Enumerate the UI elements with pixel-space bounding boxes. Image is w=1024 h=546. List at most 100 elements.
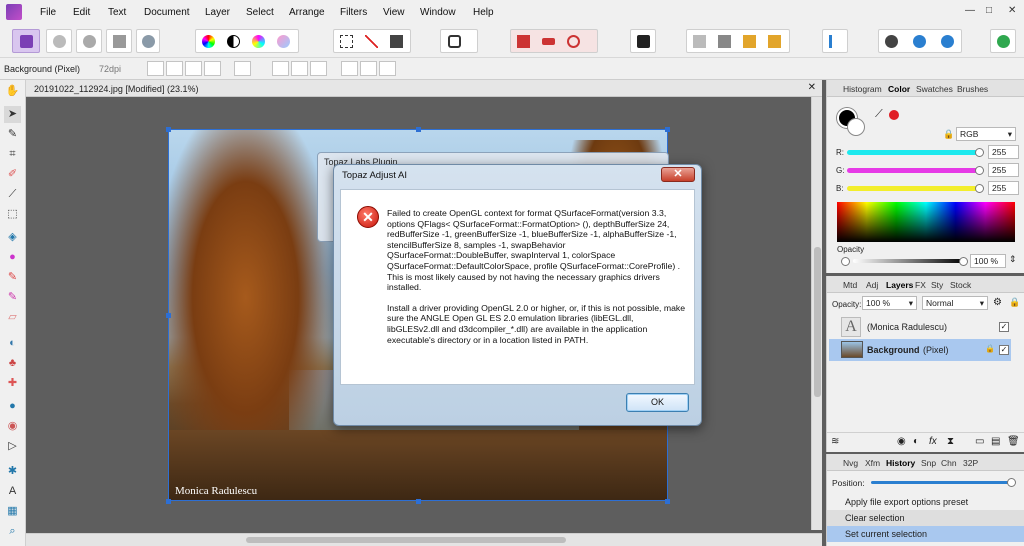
history-item-selected[interactable]: Set current selection [827, 526, 1024, 542]
maximize-button[interactable]: □ [986, 5, 992, 16]
eraser-icon[interactable]: ▱ [4, 309, 21, 326]
align-bottom-button[interactable] [379, 61, 396, 76]
snap-button[interactable] [234, 61, 251, 76]
hand-tool-icon[interactable]: ✋ [4, 83, 21, 100]
menu-document[interactable]: Document [144, 7, 190, 18]
horizontal-scrollbar[interactable] [26, 533, 822, 546]
trash-button[interactable] [630, 29, 656, 53]
layer-lock-icon[interactable]: 🔒 [985, 344, 995, 353]
move-back-icon[interactable] [693, 35, 706, 48]
selection-handle[interactable] [665, 127, 670, 132]
horizontal-scroll-thumb[interactable] [246, 537, 566, 543]
layer-opacity-select[interactable]: 100 % ▾ [862, 296, 917, 310]
selection-handle[interactable] [416, 499, 421, 504]
green-slider[interactable] [847, 168, 982, 173]
align-button[interactable] [822, 29, 848, 53]
red-value-field[interactable]: 255 [988, 145, 1019, 159]
history-item[interactable]: Apply file export options preset [827, 494, 1024, 510]
selection-handle[interactable] [166, 313, 171, 318]
paint-brush-icon[interactable]: ● [4, 249, 21, 266]
crop-tool-icon[interactable]: ⌗ [4, 146, 21, 163]
tab-snapshots[interactable]: Snp [921, 458, 936, 468]
shape-tool-icon[interactable]: ✱ [4, 463, 21, 480]
opacity-slider-knob[interactable] [959, 257, 968, 266]
move-front-icon[interactable] [768, 35, 781, 48]
menu-filters[interactable]: Filters [340, 7, 367, 18]
layer-row[interactable]: A (Monica Radulescu) ✓ [829, 316, 1011, 338]
tab-metadata[interactable]: Mtd [843, 280, 857, 290]
healing-brush-icon[interactable]: ✚ [4, 375, 21, 392]
minimize-button[interactable]: — [965, 5, 975, 16]
bounding-box-button[interactable] [166, 61, 183, 76]
tab-adjustment[interactable]: Adj [866, 280, 878, 290]
green-slider-knob[interactable] [975, 166, 984, 175]
move-tool-icon[interactable]: ➤ [4, 106, 21, 123]
selection-handle[interactable] [665, 499, 670, 504]
levels-icon[interactable] [277, 35, 290, 48]
brush-tool-icon[interactable]: ✐ [4, 166, 21, 183]
blue-slider-knob[interactable] [975, 184, 984, 193]
align-left-button[interactable] [272, 61, 289, 76]
recent-color-swatch[interactable] [889, 110, 899, 120]
lock-icon[interactable]: 🔒 [943, 129, 954, 140]
export-persona-button[interactable] [136, 29, 160, 53]
add-layer-icon[interactable]: ▤ [991, 436, 1000, 447]
layer-visibility-checkbox[interactable]: ✓ [999, 345, 1009, 355]
liquify-persona-button[interactable] [46, 29, 72, 53]
color-picker-tool-icon[interactable]: ✎ [4, 126, 21, 143]
vertical-scroll-thumb[interactable] [814, 247, 821, 397]
opacity-slider[interactable] [853, 259, 965, 263]
menu-help[interactable]: Help [473, 7, 494, 18]
selection-brush-icon[interactable]: ⟋ [4, 186, 21, 203]
blur-tool-icon[interactable]: ● [4, 398, 21, 415]
tab-navigator[interactable]: Nvg [843, 458, 858, 468]
pixel-tool-icon[interactable]: ✎ [4, 269, 21, 286]
layer-visibility-checkbox[interactable]: ✓ [999, 322, 1009, 332]
align-right-button[interactable] [310, 61, 327, 76]
snapping-icon[interactable] [517, 35, 530, 48]
magnet-icon[interactable] [542, 38, 555, 45]
add-icon[interactable] [885, 35, 898, 48]
group-icon[interactable]: ▭ [975, 436, 984, 447]
menu-arrange[interactable]: Arrange [289, 7, 325, 18]
blue-value-field[interactable]: 255 [988, 181, 1019, 195]
flood-fill-icon[interactable]: ◈ [4, 229, 21, 246]
tab-color[interactable]: Color [888, 84, 910, 94]
erase-brush-icon[interactable]: ✎ [4, 289, 21, 306]
tab-transform[interactable]: Xfm [865, 458, 880, 468]
select-all-icon[interactable] [340, 35, 353, 48]
photo-persona-button[interactable] [12, 29, 40, 53]
green-value-field[interactable]: 255 [988, 163, 1019, 177]
history-item[interactable]: Clear selection [827, 510, 1024, 526]
tab-swatches[interactable]: Swatches [916, 84, 953, 94]
delete-layer-icon[interactable]: 🗑 [1007, 436, 1020, 447]
layer-settings-icon[interactable]: ⚙ [993, 297, 1002, 308]
tab-histogram[interactable]: Histogram [843, 84, 882, 94]
color-spectrum[interactable] [837, 202, 1015, 242]
tab-32p[interactable]: 32P [963, 458, 978, 468]
tab-styles[interactable]: Sty [931, 280, 943, 290]
tab-layers[interactable]: Layers [886, 280, 913, 290]
text-tool-icon[interactable]: A [4, 483, 21, 500]
red-eye-icon[interactable]: ◉ [4, 418, 21, 435]
blend-mode-select[interactable]: Normal ▾ [922, 296, 988, 310]
selection-handle[interactable] [166, 127, 171, 132]
blue-slider[interactable] [847, 186, 982, 191]
menu-window[interactable]: Window [420, 7, 456, 18]
menu-layer[interactable]: Layer [205, 7, 230, 18]
dialog-close-button[interactable]: ✕ [661, 167, 695, 182]
menu-edit[interactable]: Edit [73, 7, 90, 18]
invert-selection-icon[interactable] [390, 35, 403, 48]
live-filter-icon[interactable]: ⧗ [947, 436, 954, 447]
ok-button[interactable]: OK [626, 393, 689, 412]
adjustment-icon[interactable]: ◐ [913, 436, 919, 447]
tab-fx[interactable]: FX [915, 280, 926, 290]
layer-lock-icon[interactable]: 🔒 [1009, 297, 1020, 308]
tab-channels[interactable]: Chn [941, 458, 957, 468]
develop-persona-button[interactable] [76, 29, 102, 53]
pen-tool-icon[interactable]: ▷ [4, 438, 21, 455]
fx-icon[interactable]: fx [929, 436, 937, 447]
align-middle-button[interactable] [360, 61, 377, 76]
eyedropper-icon[interactable]: ⟋ [875, 108, 883, 121]
deselect-icon[interactable] [365, 35, 378, 48]
